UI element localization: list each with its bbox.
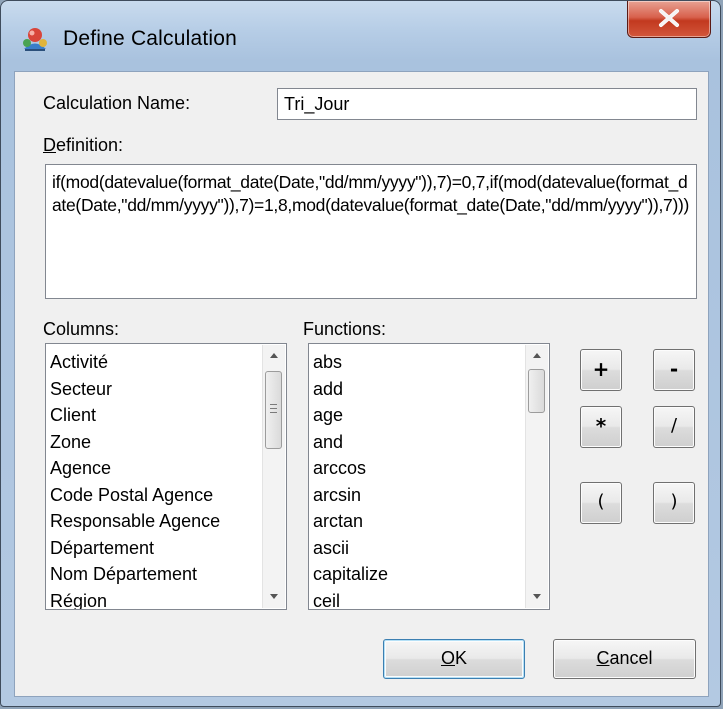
list-item[interactable]: Zone (50, 429, 260, 456)
scroll-thumb[interactable] (528, 369, 545, 413)
columns-label: Columns: (43, 319, 120, 339)
columns-listbox[interactable]: Activité Secteur Client Zone Agence Code… (45, 343, 287, 610)
functions-label: Functions: (303, 319, 387, 339)
columns-scrollbar[interactable] (262, 345, 285, 608)
list-item[interactable]: and (313, 429, 523, 456)
list-item[interactable]: capitalize (313, 561, 523, 588)
open-paren-button[interactable]: ( (580, 482, 622, 524)
calc-name-input[interactable] (277, 88, 697, 120)
functions-scrollbar[interactable] (525, 345, 548, 608)
definition-textarea[interactable]: if(mod(datevalue(format_date(Date,"dd/mm… (45, 164, 697, 299)
list-item[interactable]: arccos (313, 455, 523, 482)
window-title: Define Calculation (63, 27, 238, 50)
scroll-up-arrow[interactable] (526, 345, 548, 367)
list-item[interactable]: ascii (313, 535, 523, 562)
list-item[interactable]: add (313, 376, 523, 403)
list-item[interactable]: Région (50, 588, 260, 610)
scroll-thumb[interactable] (265, 371, 282, 449)
list-item[interactable]: Agence (50, 455, 260, 482)
multiply-button[interactable]: * (580, 406, 622, 448)
close-button[interactable] (627, 1, 711, 38)
scroll-down-icon (270, 594, 278, 599)
definition-label: Definition: (43, 135, 124, 155)
list-item[interactable]: Client (50, 402, 260, 429)
list-item[interactable]: Nom Département (50, 561, 260, 588)
cancel-button[interactable]: Cancel (553, 639, 696, 679)
title-bar[interactable]: Define Calculation (1, 1, 720, 71)
calc-name-label: Calculation Name: (43, 93, 191, 113)
list-item[interactable]: arctan (313, 508, 523, 535)
minus-button[interactable]: - (653, 349, 695, 391)
scroll-down-arrow[interactable] (526, 586, 548, 608)
list-item[interactable]: Activité (50, 349, 260, 376)
app-icon (20, 23, 50, 53)
close-icon (659, 9, 679, 27)
scroll-up-icon (270, 353, 278, 358)
plus-button[interactable]: + (580, 349, 622, 391)
scroll-down-icon (533, 594, 541, 599)
scroll-down-arrow[interactable] (263, 586, 285, 608)
ok-button[interactable]: OK (383, 639, 525, 679)
close-paren-button[interactable]: ) (653, 482, 695, 524)
list-item[interactable]: age (313, 402, 523, 429)
functions-list: abs add age and arccos arcsin arctan asc… (313, 349, 523, 610)
list-item[interactable]: Secteur (50, 376, 260, 403)
dialog-content: Calculation Name: Definition: if(mod(dat… (14, 71, 709, 697)
list-item[interactable]: Code Postal Agence (50, 482, 260, 509)
dialog-window: Define Calculation Calculation Name: Def… (0, 0, 721, 707)
columns-list: Activité Secteur Client Zone Agence Code… (50, 349, 260, 610)
scroll-up-arrow[interactable] (263, 345, 285, 367)
list-item[interactable]: Département (50, 535, 260, 562)
scroll-up-icon (533, 353, 541, 358)
functions-listbox[interactable]: abs add age and arccos arcsin arctan asc… (308, 343, 550, 610)
list-item[interactable]: ceil (313, 588, 523, 610)
list-item[interactable]: abs (313, 349, 523, 376)
list-item[interactable]: arcsin (313, 482, 523, 509)
divide-button[interactable]: / (653, 406, 695, 448)
list-item[interactable]: Responsable Agence (50, 508, 260, 535)
